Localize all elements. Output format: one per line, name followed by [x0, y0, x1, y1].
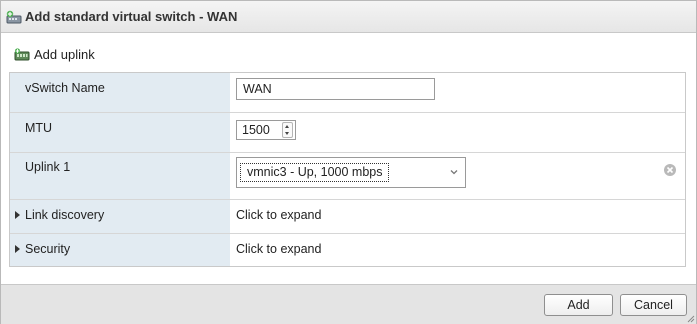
virtual-switch-add-icon [6, 10, 22, 24]
add-uplink-label: Add uplink [34, 47, 95, 62]
vswitch-name-input[interactable] [236, 78, 435, 100]
add-button[interactable]: Add [544, 294, 613, 316]
row-vswitch-name: vSwitch Name [10, 73, 685, 113]
mtu-value: 1500 [242, 123, 270, 137]
add-uplink-icon [14, 47, 30, 62]
resize-grip-icon[interactable] [687, 315, 695, 323]
mtu-stepper[interactable]: 1500 [236, 120, 296, 140]
vswitch-name-label: vSwitch Name [25, 81, 105, 95]
spin-down-icon[interactable] [285, 132, 289, 135]
security-expand-link[interactable]: Click to expand [236, 242, 321, 256]
link-discovery-label: Link discovery [25, 208, 105, 222]
dialog-titlebar: Add standard virtual switch - WAN [1, 1, 696, 33]
cancel-button[interactable]: Cancel [620, 294, 687, 316]
uplink-1-selected-value: vmnic3 - Up, 1000 mbps [240, 163, 390, 182]
add-uplink-button[interactable]: Add uplink [14, 47, 95, 62]
dialog-title: Add standard virtual switch - WAN [25, 9, 238, 24]
chevron-down-icon [450, 170, 458, 175]
dialog-footer: Add Cancel [1, 284, 696, 324]
uplink-1-label: Uplink 1 [25, 160, 71, 174]
row-uplink-1: Uplink 1 vmnic3 - Up, 1000 mbps [10, 153, 685, 200]
link-discovery-expander[interactable]: Link discovery [15, 208, 104, 222]
uplink-1-select[interactable]: vmnic3 - Up, 1000 mbps [236, 157, 466, 188]
mtu-label: MTU [25, 121, 53, 135]
mtu-spinner[interactable] [282, 122, 293, 138]
remove-uplink-icon[interactable] [663, 163, 677, 177]
caret-right-icon [15, 211, 20, 219]
vswitch-form: vSwitch Name MTU 1500 Uplink 1 vmnic3 - … [9, 72, 686, 267]
security-label: Security [25, 242, 71, 256]
add-vswitch-dialog: Add standard virtual switch - WAN Add up… [0, 0, 697, 324]
spin-up-icon[interactable] [285, 125, 289, 128]
link-discovery-expand-link[interactable]: Click to expand [236, 208, 321, 222]
row-security: Security Click to expand [10, 234, 685, 267]
row-mtu: MTU 1500 [10, 113, 685, 153]
row-link-discovery: Link discovery Click to expand [10, 200, 685, 234]
caret-right-icon [15, 245, 20, 253]
security-expander[interactable]: Security [15, 242, 70, 256]
